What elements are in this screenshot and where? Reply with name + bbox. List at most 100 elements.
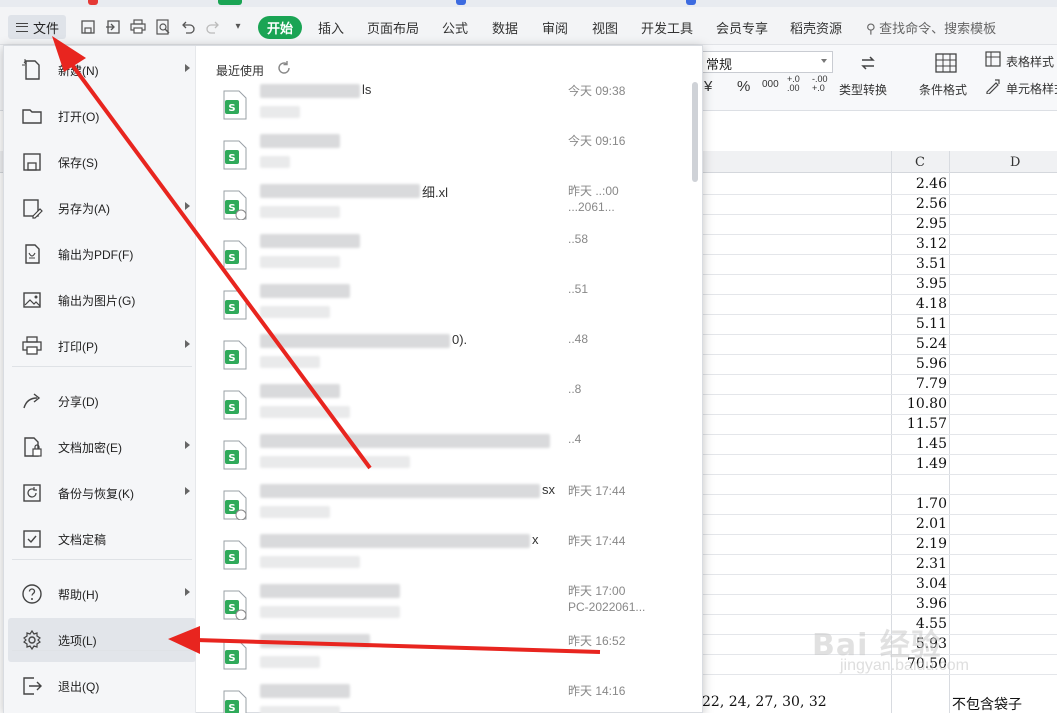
save-icon[interactable] [80, 19, 96, 35]
file-menu-item[interactable]: 新建(N) [8, 48, 196, 92]
cell-c[interactable]: 2.19 [887, 536, 947, 552]
cell-c[interactable]: 2.46 [887, 176, 947, 192]
recent-scrollbar[interactable] [692, 82, 698, 182]
recent-file-item[interactable]: S ..58 [200, 230, 690, 280]
command-search[interactable]: ⚲ 查找命令、搜索模板 [866, 18, 996, 37]
tab-formula[interactable]: 公式 [442, 18, 468, 37]
file-menu-item[interactable]: 退出(Q) [8, 664, 196, 708]
cell-c[interactable]: 2.01 [887, 516, 947, 532]
doc-tab-marker[interactable] [686, 0, 696, 5]
cell-c[interactable]: 3.96 [887, 596, 947, 612]
undo-icon[interactable] [180, 19, 196, 35]
file-menu-item[interactable]: 文档加密(E) [8, 425, 196, 469]
cell-c[interactable]: 2.95 [887, 216, 947, 232]
doc-tab-marker[interactable] [88, 0, 98, 5]
recent-file-item[interactable]: S 今天 09:16 [200, 130, 690, 180]
export-icon[interactable] [105, 19, 121, 35]
cell-c[interactable]: 5.96 [887, 356, 947, 372]
recent-file-item[interactable]: Sls 今天 09:38 [200, 80, 690, 130]
cell-c[interactable]: 5.11 [887, 316, 947, 332]
file-menu-button[interactable]: 文件 [8, 15, 66, 39]
file-menu-item[interactable]: 选项(L) [8, 618, 196, 662]
cell-d-bottom[interactable]: 不包含袋子 [952, 694, 1022, 713]
cell-c[interactable]: 3.51 [887, 256, 947, 272]
recent-file-item[interactable]: S 0). ..48 [200, 330, 690, 380]
cell-c[interactable]: 4.18 [887, 296, 947, 312]
cell-c[interactable]: 2.31 [887, 556, 947, 572]
row-divider [700, 274, 1057, 275]
column-header-d[interactable]: D [1010, 155, 1020, 170]
cell-c[interactable]: 1.70 [887, 496, 947, 512]
percent-button[interactable]: % [737, 78, 750, 95]
file-menu-item[interactable]: 打开(O) [8, 94, 196, 138]
tab-page-layout[interactable]: 页面布局 [367, 18, 419, 37]
recent-file-item[interactable]: S ..4 [200, 430, 690, 480]
cell-c[interactable]: 3.12 [887, 236, 947, 252]
file-menu-item-label: 备份与恢复(K) [58, 486, 134, 501]
tab-developer[interactable]: 开发工具 [641, 18, 693, 37]
tab-review[interactable]: 审阅 [542, 18, 568, 37]
file-menu-item[interactable]: 打印(P) [8, 324, 196, 368]
cell-c[interactable]: 1.45 [887, 436, 947, 452]
file-menu-item[interactable]: 分享(D) [8, 379, 196, 423]
file-menu-item[interactable]: 输出为图片(G) [8, 278, 196, 322]
recent-file-item[interactable]: S ..51 [200, 280, 690, 330]
print-preview-icon[interactable] [155, 19, 171, 35]
blurred-file-path [260, 606, 400, 618]
recent-file-item[interactable]: S ..8 [200, 380, 690, 430]
tab-docer[interactable]: 稻壳资源 [790, 18, 842, 37]
spreadsheet-file-icon: S [222, 140, 248, 170]
row-divider [700, 374, 1057, 375]
conditional-format-label[interactable]: 条件格式 [919, 81, 967, 98]
doc-tab-marker[interactable] [456, 0, 466, 5]
print-icon[interactable] [130, 19, 146, 35]
recent-file-item[interactable]: S 昨天 17:00 PC-2022061... [200, 580, 690, 630]
file-menu-item[interactable]: 另存为(A) [8, 186, 196, 230]
type-convert-icon[interactable] [858, 53, 878, 78]
tab-view[interactable]: 视图 [592, 18, 618, 37]
file-menu-item[interactable]: 帮助(H) [8, 572, 196, 616]
cell-c[interactable]: 5.24 [887, 336, 947, 352]
doc-tab-marker[interactable] [218, 0, 242, 5]
decrease-decimal-button[interactable]: -.00 +.0 [812, 75, 828, 93]
table-style-label[interactable]: 表格样式 [1006, 53, 1054, 70]
cell-c[interactable]: 3.04 [887, 576, 947, 592]
redo-icon[interactable] [205, 19, 221, 35]
recent-file-item[interactable]: S 昨天 14:16 [200, 680, 690, 713]
table-style-icon[interactable] [985, 51, 1001, 72]
cell-c[interactable]: 1.49 [887, 456, 947, 472]
chevron-right-icon [185, 202, 190, 210]
recent-file-item[interactable]: Ssx 昨天 17:44 [200, 480, 690, 530]
row-divider [700, 414, 1057, 415]
recent-file-item[interactable]: S 细.xl 昨天 ..:00 ...2061... [200, 180, 690, 230]
file-menu-item[interactable]: 保存(S) [8, 140, 196, 184]
cell-style-label[interactable]: 单元格样式 [1006, 80, 1057, 97]
tab-home[interactable]: 开始 [258, 16, 303, 39]
currency-button[interactable]: ¥ [704, 78, 712, 95]
tab-data[interactable]: 数据 [492, 18, 518, 37]
file-menu-item[interactable]: 文档定稿 [8, 517, 196, 561]
type-convert-label[interactable]: 类型转换 [839, 81, 887, 98]
cell-c[interactable]: 3.95 [887, 276, 947, 292]
thousands-button[interactable]: 000 [762, 79, 779, 90]
menu-icon [16, 22, 28, 32]
file-menu-item[interactable]: 备份与恢复(K) [8, 471, 196, 515]
cell-c[interactable]: 2.56 [887, 196, 947, 212]
chevron-down-icon[interactable]: ▾ [230, 19, 246, 35]
cell-c[interactable]: 7.79 [887, 376, 947, 392]
recent-file-item[interactable]: S 昨天 16:52 [200, 630, 690, 680]
tab-insert[interactable]: 插入 [318, 18, 344, 37]
column-header-c[interactable]: C [915, 155, 925, 170]
row-divider [700, 594, 1057, 595]
conditional-format-icon[interactable] [935, 53, 957, 78]
tab-member[interactable]: 会员专享 [716, 18, 768, 37]
file-menu-item[interactable]: 输出为PDF(F) [8, 232, 196, 276]
recent-file-item[interactable]: Sx 昨天 17:44 [200, 530, 690, 580]
increase-decimal-button[interactable]: +.0 .00 [787, 75, 803, 93]
refresh-icon[interactable] [276, 60, 292, 79]
cell-c[interactable]: 11.57 [887, 416, 947, 432]
number-format-select[interactable]: 常规 [701, 51, 833, 73]
cell-style-icon[interactable] [985, 78, 1001, 99]
cell-c[interactable]: 10.80 [887, 396, 947, 412]
cell-b-bottom[interactable]: 22, 24, 27, 30, 32 [702, 694, 827, 710]
